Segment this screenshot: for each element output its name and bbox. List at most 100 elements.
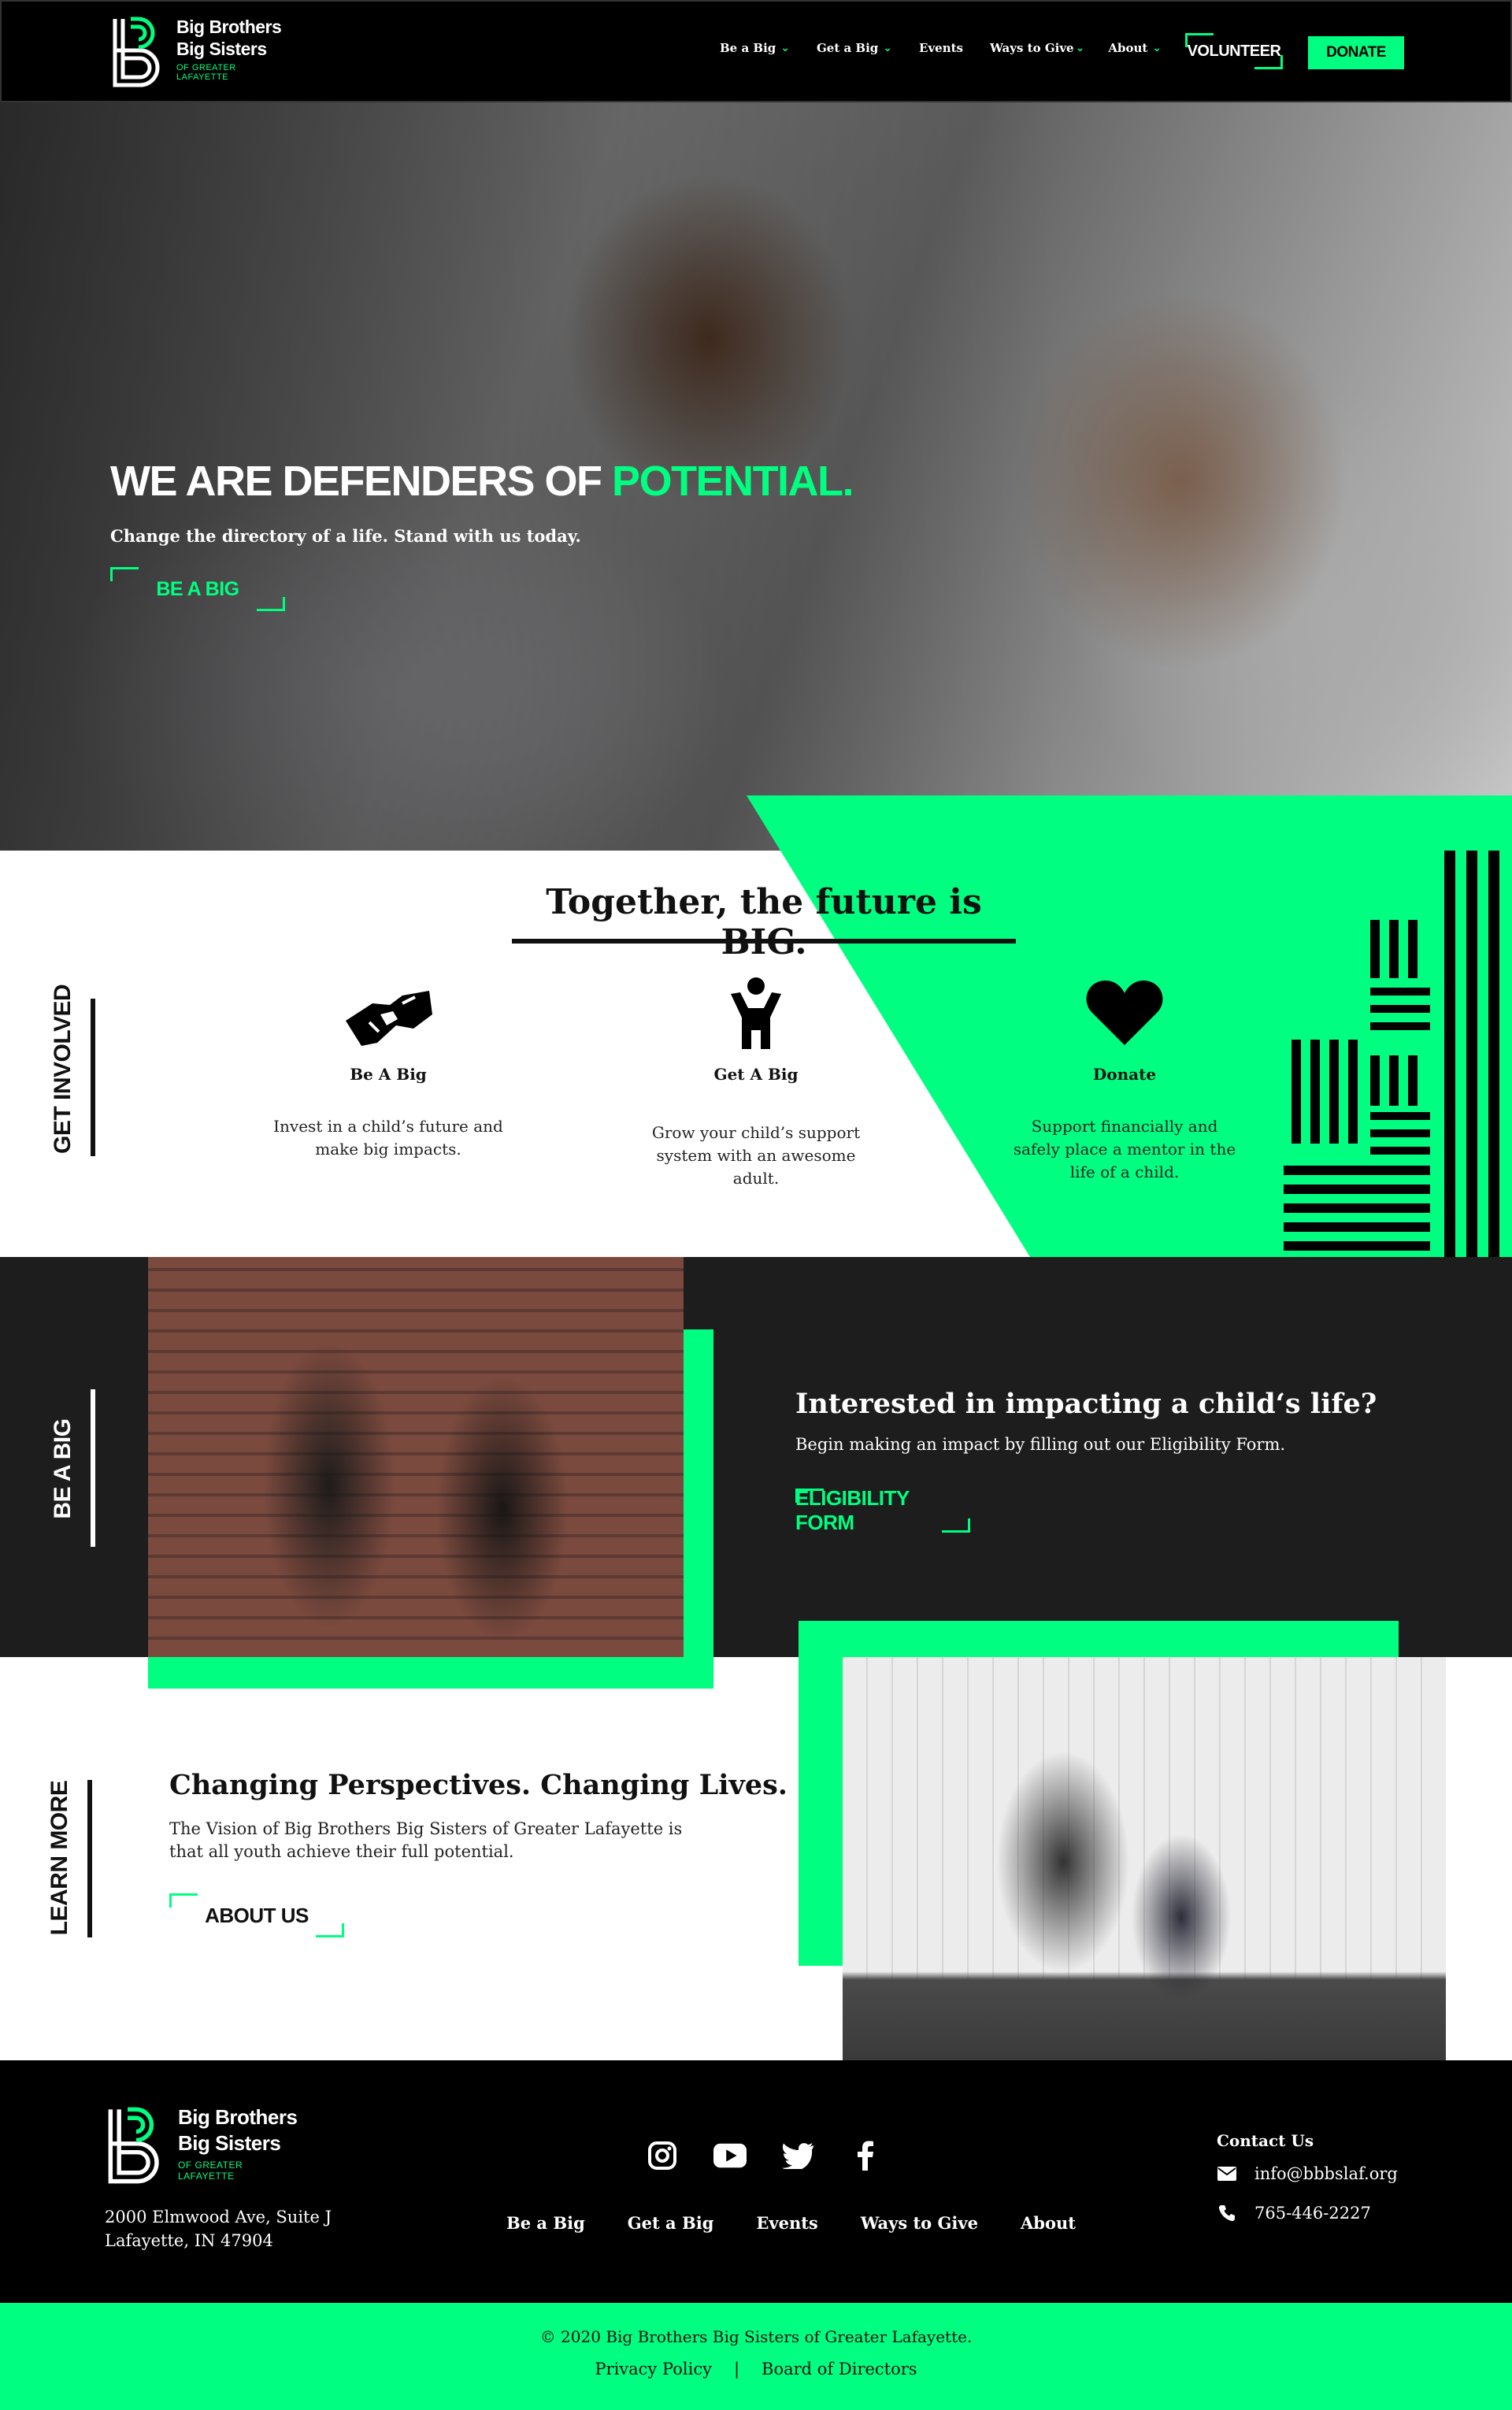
logo-line-1: Big Brothers — [176, 17, 282, 37]
logo-line-1: Big Brothers — [178, 2105, 298, 2129]
eligibility-form-button[interactable]: ELIGIBILITY FORM — [795, 1486, 970, 1534]
heart-icon — [1006, 973, 1243, 1052]
hero-subtitle: Change the directory of a life. Stand wi… — [110, 526, 581, 546]
chevron-down-icon: ⌄ — [780, 42, 790, 54]
chevron-down-icon: ⌄ — [883, 42, 893, 54]
address-line-2: Lafayette, IN 47904 — [105, 2231, 273, 2250]
title-underline — [512, 939, 1016, 944]
nav-get-a-big[interactable]: Get a Big ⌄ — [817, 41, 892, 55]
phone-icon — [1217, 2204, 1237, 2222]
child-icon — [638, 973, 874, 1052]
donate-button[interactable]: DONATE — [1308, 36, 1404, 69]
nav-events[interactable]: Events — [919, 41, 963, 55]
logo-line-3: OF GREATER — [178, 2160, 243, 2171]
board-of-directors-link[interactable]: Board of Directors — [762, 2360, 917, 2378]
be-a-big-label: BE A BIG — [50, 1418, 76, 1519]
logo-line-2: Big Sisters — [178, 2131, 281, 2155]
nav-label: Events — [919, 41, 964, 55]
privacy-policy-link[interactable]: Privacy Policy — [595, 2360, 712, 2378]
hero-title-text: WE ARE DEFENDERS OF — [110, 458, 613, 505]
card-be-a-big[interactable]: Be A Big Invest in a child’s future and … — [270, 973, 506, 1161]
legal-links: Privacy Policy | Board of Directors — [0, 2360, 1512, 2378]
card-get-a-big[interactable]: Get A Big Grow your child’s support syst… — [638, 973, 874, 1190]
phone-text: 765-446-2227 — [1254, 2204, 1371, 2223]
bracket-corner — [169, 1893, 198, 1908]
learn-more-title: Changing Perspectives. Changing Lives. — [169, 1769, 788, 1801]
bracket-corner — [316, 1923, 344, 1937]
nav-label: Get a Big — [816, 41, 879, 55]
chevron-down-icon: ⌄ — [1152, 42, 1162, 54]
youtube-icon[interactable] — [713, 2139, 747, 2172]
logo-line-3: OF GREATER — [176, 63, 236, 72]
link-separator: | — [733, 2360, 740, 2378]
footer-link-events[interactable]: Events — [756, 2213, 817, 2233]
mentors-photo — [148, 1257, 684, 1657]
card-title: Be A Big — [350, 1065, 427, 1084]
footer-address: 2000 Elmwood Ave, Suite J Lafayette, IN … — [105, 2205, 332, 2252]
social-links — [646, 2139, 882, 2172]
address-line-1: 2000 Elmwood Ave, Suite J — [105, 2208, 332, 2226]
nav-label: Ways to Give — [990, 41, 1074, 55]
mentor-child-photo — [843, 1657, 1446, 2060]
bracket-corner — [1254, 55, 1283, 69]
handshake-icon — [270, 973, 506, 1052]
side-bar — [91, 999, 95, 1156]
bracket-corner — [942, 1518, 970, 1533]
card-description: Invest in a child’s future and make big … — [273, 1117, 503, 1159]
learn-more-description: The Vision of Big Brothers Big Sisters o… — [169, 1819, 683, 1861]
volunteer-button[interactable]: VOLUNTEER — [1185, 33, 1283, 69]
hero-title: WE ARE DEFENDERS OF POTENTIAL. — [110, 457, 854, 506]
sub-footer — [0, 2303, 1512, 2410]
instagram-icon[interactable] — [646, 2139, 679, 2172]
site-logo[interactable]: Big Brothers Big Sisters OF GREATER LAFA… — [112, 16, 282, 88]
learn-more-label: LEARN MORE — [46, 1780, 72, 1936]
bracket-corner — [795, 1489, 824, 1503]
nav-label: About — [1108, 41, 1148, 55]
nav-label: Be a Big — [720, 41, 776, 55]
footer-nav: Be a Big Get a Big Events Ways to Give A… — [506, 2213, 1076, 2233]
copyright-text: © 2020 Big Brothers Big Sisters of Great… — [539, 2327, 973, 2346]
card-donate[interactable]: Donate Support financially and safely pl… — [1006, 973, 1243, 1184]
bracket-corner — [1185, 33, 1214, 47]
hero-be-a-big-button[interactable]: BE A BIG — [110, 567, 285, 611]
nav-be-a-big[interactable]: Be a Big ⌄ — [720, 41, 790, 55]
email-text: info@bbbslaf.org — [1254, 2164, 1398, 2183]
card-title: Donate — [1092, 1065, 1157, 1084]
bracket-corner — [110, 567, 139, 581]
be-a-big-description: Begin making an impact by filling out ou… — [795, 1435, 1286, 1454]
bracket-corner — [257, 597, 285, 611]
hero-title-highlight: POTENTIAL. — [612, 458, 854, 505]
together-title: Together, the future is BIG. — [546, 882, 982, 962]
footer-logo[interactable]: Big Brothers Big Sisters OF GREATER LAFA… — [107, 2104, 298, 2186]
contact-phone[interactable]: 765-446-2227 — [1217, 2204, 1371, 2223]
logo-line-4: LAFAYETTE — [176, 72, 229, 82]
logo-line-4: LAFAYETTE — [178, 2171, 235, 2182]
logo-line-2: Big Sisters — [176, 39, 267, 59]
footer-link-ways-to-give[interactable]: Ways to Give — [861, 2213, 978, 2233]
about-us-label: ABOUT US — [205, 1903, 309, 1927]
chevron-down-icon: ⌄ — [1075, 42, 1085, 54]
twitter-icon[interactable] — [781, 2139, 814, 2172]
about-us-button[interactable]: ABOUT US — [169, 1893, 344, 1937]
facebook-icon[interactable] — [849, 2139, 882, 2172]
hero-button-label: BE A BIG — [156, 577, 239, 600]
footer-link-get-a-big[interactable]: Get a Big — [628, 2213, 714, 2233]
side-bar — [91, 1389, 95, 1547]
card-description: Grow your child’s support system with an… — [651, 1123, 861, 1188]
card-title: Get A Big — [713, 1065, 799, 1084]
nav-about[interactable]: About ⌄ — [1108, 41, 1162, 55]
contact-title: Contact Us — [1217, 2131, 1314, 2150]
main-nav: Be a Big ⌄ Get a Big ⌄ Events Ways to Give… — [720, 41, 1188, 55]
get-involved-label: GET INVOLVED — [50, 984, 76, 1154]
be-a-big-title: Interested in impacting a child‘s life? — [795, 1388, 1377, 1420]
bbbs-logo-icon — [113, 17, 160, 87]
bbbs-logo-icon — [108, 2107, 159, 2184]
envelope-icon — [1217, 2167, 1237, 2181]
footer-link-be-a-big[interactable]: Be a Big — [506, 2213, 585, 2233]
footer-link-about[interactable]: About — [1021, 2213, 1076, 2233]
contact-email[interactable]: info@bbbslaf.org — [1217, 2164, 1398, 2183]
site-header: Big Brothers Big Sisters OF GREATER LAFA… — [0, 0, 1512, 102]
side-bar — [87, 1780, 92, 1937]
card-description: Support financially and safely place a m… — [1013, 1117, 1236, 1181]
nav-ways-to-give[interactable]: Ways to Give ⌄ — [990, 41, 1084, 55]
